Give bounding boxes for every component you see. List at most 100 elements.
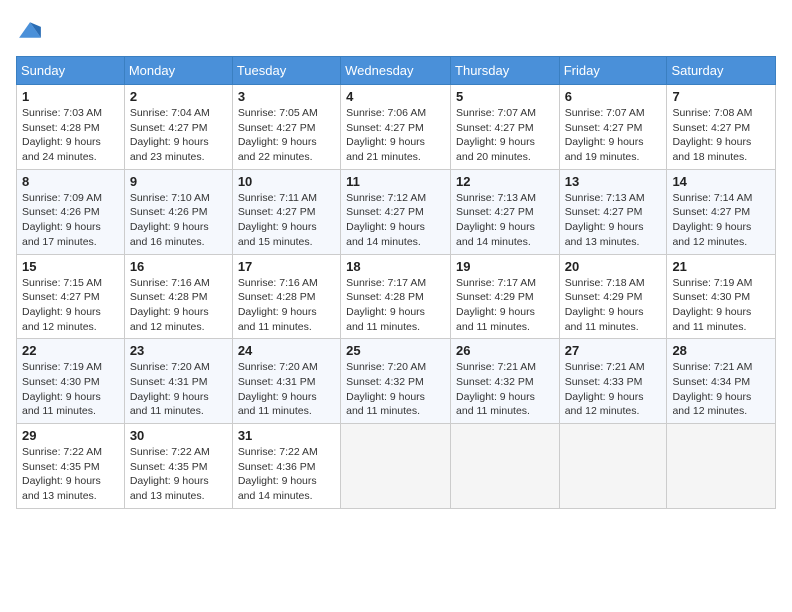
calendar-cell [667,424,776,509]
day-number: 12 [456,174,554,189]
day-number: 25 [346,343,445,358]
day-number: 26 [456,343,554,358]
day-header-saturday: Saturday [667,57,776,85]
day-info: Sunrise: 7:22 AM Sunset: 4:35 PM Dayligh… [130,445,227,504]
calendar-cell [451,424,560,509]
calendar-week-1: 1 Sunrise: 7:03 AM Sunset: 4:28 PM Dayli… [17,85,776,170]
day-number: 8 [22,174,119,189]
day-number: 30 [130,428,227,443]
calendar-cell: 3 Sunrise: 7:05 AM Sunset: 4:27 PM Dayli… [232,85,340,170]
calendar-cell: 9 Sunrise: 7:10 AM Sunset: 4:26 PM Dayli… [124,169,232,254]
calendar-cell: 23 Sunrise: 7:20 AM Sunset: 4:31 PM Dayl… [124,339,232,424]
calendar-cell: 25 Sunrise: 7:20 AM Sunset: 4:32 PM Dayl… [341,339,451,424]
calendar-cell: 18 Sunrise: 7:17 AM Sunset: 4:28 PM Dayl… [341,254,451,339]
calendar-cell: 17 Sunrise: 7:16 AM Sunset: 4:28 PM Dayl… [232,254,340,339]
day-info: Sunrise: 7:03 AM Sunset: 4:28 PM Dayligh… [22,106,119,165]
day-info: Sunrise: 7:06 AM Sunset: 4:27 PM Dayligh… [346,106,445,165]
day-info: Sunrise: 7:10 AM Sunset: 4:26 PM Dayligh… [130,191,227,250]
calendar-table: SundayMondayTuesdayWednesdayThursdayFrid… [16,56,776,509]
day-info: Sunrise: 7:11 AM Sunset: 4:27 PM Dayligh… [238,191,335,250]
day-number: 2 [130,89,227,104]
calendar-cell: 16 Sunrise: 7:16 AM Sunset: 4:28 PM Dayl… [124,254,232,339]
calendar-cell: 26 Sunrise: 7:21 AM Sunset: 4:32 PM Dayl… [451,339,560,424]
day-info: Sunrise: 7:12 AM Sunset: 4:27 PM Dayligh… [346,191,445,250]
calendar-cell: 10 Sunrise: 7:11 AM Sunset: 4:27 PM Dayl… [232,169,340,254]
calendar-cell: 24 Sunrise: 7:20 AM Sunset: 4:31 PM Dayl… [232,339,340,424]
calendar-cell: 5 Sunrise: 7:07 AM Sunset: 4:27 PM Dayli… [451,85,560,170]
calendar-cell: 22 Sunrise: 7:19 AM Sunset: 4:30 PM Dayl… [17,339,125,424]
day-info: Sunrise: 7:21 AM Sunset: 4:33 PM Dayligh… [565,360,662,419]
calendar-cell: 8 Sunrise: 7:09 AM Sunset: 4:26 PM Dayli… [17,169,125,254]
calendar-cell: 30 Sunrise: 7:22 AM Sunset: 4:35 PM Dayl… [124,424,232,509]
calendar-cell: 2 Sunrise: 7:04 AM Sunset: 4:27 PM Dayli… [124,85,232,170]
day-number: 6 [565,89,662,104]
calendar-cell: 13 Sunrise: 7:13 AM Sunset: 4:27 PM Dayl… [559,169,667,254]
logo-icon [16,16,44,44]
calendar-cell: 28 Sunrise: 7:21 AM Sunset: 4:34 PM Dayl… [667,339,776,424]
day-info: Sunrise: 7:07 AM Sunset: 4:27 PM Dayligh… [456,106,554,165]
calendar-body: 1 Sunrise: 7:03 AM Sunset: 4:28 PM Dayli… [17,85,776,509]
day-info: Sunrise: 7:20 AM Sunset: 4:31 PM Dayligh… [238,360,335,419]
calendar-cell: 1 Sunrise: 7:03 AM Sunset: 4:28 PM Dayli… [17,85,125,170]
day-header-thursday: Thursday [451,57,560,85]
day-number: 3 [238,89,335,104]
day-info: Sunrise: 7:16 AM Sunset: 4:28 PM Dayligh… [238,276,335,335]
day-info: Sunrise: 7:17 AM Sunset: 4:29 PM Dayligh… [456,276,554,335]
day-number: 15 [22,259,119,274]
page-header [16,16,776,44]
day-number: 18 [346,259,445,274]
day-number: 22 [22,343,119,358]
calendar-week-4: 22 Sunrise: 7:19 AM Sunset: 4:30 PM Dayl… [17,339,776,424]
calendar-cell: 15 Sunrise: 7:15 AM Sunset: 4:27 PM Dayl… [17,254,125,339]
day-number: 20 [565,259,662,274]
day-header-friday: Friday [559,57,667,85]
day-number: 13 [565,174,662,189]
calendar-cell: 27 Sunrise: 7:21 AM Sunset: 4:33 PM Dayl… [559,339,667,424]
day-number: 16 [130,259,227,274]
day-info: Sunrise: 7:21 AM Sunset: 4:34 PM Dayligh… [672,360,770,419]
day-info: Sunrise: 7:22 AM Sunset: 4:35 PM Dayligh… [22,445,119,504]
day-info: Sunrise: 7:09 AM Sunset: 4:26 PM Dayligh… [22,191,119,250]
day-number: 17 [238,259,335,274]
day-info: Sunrise: 7:13 AM Sunset: 4:27 PM Dayligh… [565,191,662,250]
day-info: Sunrise: 7:16 AM Sunset: 4:28 PM Dayligh… [130,276,227,335]
day-info: Sunrise: 7:14 AM Sunset: 4:27 PM Dayligh… [672,191,770,250]
calendar-cell: 11 Sunrise: 7:12 AM Sunset: 4:27 PM Dayl… [341,169,451,254]
day-info: Sunrise: 7:19 AM Sunset: 4:30 PM Dayligh… [672,276,770,335]
day-info: Sunrise: 7:13 AM Sunset: 4:27 PM Dayligh… [456,191,554,250]
calendar-cell: 21 Sunrise: 7:19 AM Sunset: 4:30 PM Dayl… [667,254,776,339]
day-number: 7 [672,89,770,104]
calendar-cell: 4 Sunrise: 7:06 AM Sunset: 4:27 PM Dayli… [341,85,451,170]
calendar-cell [559,424,667,509]
day-info: Sunrise: 7:21 AM Sunset: 4:32 PM Dayligh… [456,360,554,419]
calendar-cell: 29 Sunrise: 7:22 AM Sunset: 4:35 PM Dayl… [17,424,125,509]
calendar-cell [341,424,451,509]
calendar-cell: 19 Sunrise: 7:17 AM Sunset: 4:29 PM Dayl… [451,254,560,339]
day-header-tuesday: Tuesday [232,57,340,85]
day-number: 10 [238,174,335,189]
day-info: Sunrise: 7:07 AM Sunset: 4:27 PM Dayligh… [565,106,662,165]
day-info: Sunrise: 7:15 AM Sunset: 4:27 PM Dayligh… [22,276,119,335]
calendar-cell: 14 Sunrise: 7:14 AM Sunset: 4:27 PM Dayl… [667,169,776,254]
day-header-sunday: Sunday [17,57,125,85]
calendar-cell: 31 Sunrise: 7:22 AM Sunset: 4:36 PM Dayl… [232,424,340,509]
day-number: 24 [238,343,335,358]
day-number: 21 [672,259,770,274]
day-info: Sunrise: 7:05 AM Sunset: 4:27 PM Dayligh… [238,106,335,165]
logo [16,16,48,44]
day-info: Sunrise: 7:08 AM Sunset: 4:27 PM Dayligh… [672,106,770,165]
calendar-cell: 12 Sunrise: 7:13 AM Sunset: 4:27 PM Dayl… [451,169,560,254]
day-info: Sunrise: 7:04 AM Sunset: 4:27 PM Dayligh… [130,106,227,165]
day-header-monday: Monday [124,57,232,85]
day-number: 4 [346,89,445,104]
day-number: 29 [22,428,119,443]
day-number: 14 [672,174,770,189]
calendar-header-row: SundayMondayTuesdayWednesdayThursdayFrid… [17,57,776,85]
day-number: 28 [672,343,770,358]
day-number: 9 [130,174,227,189]
day-info: Sunrise: 7:20 AM Sunset: 4:32 PM Dayligh… [346,360,445,419]
day-number: 11 [346,174,445,189]
day-number: 27 [565,343,662,358]
day-number: 31 [238,428,335,443]
calendar-cell: 7 Sunrise: 7:08 AM Sunset: 4:27 PM Dayli… [667,85,776,170]
